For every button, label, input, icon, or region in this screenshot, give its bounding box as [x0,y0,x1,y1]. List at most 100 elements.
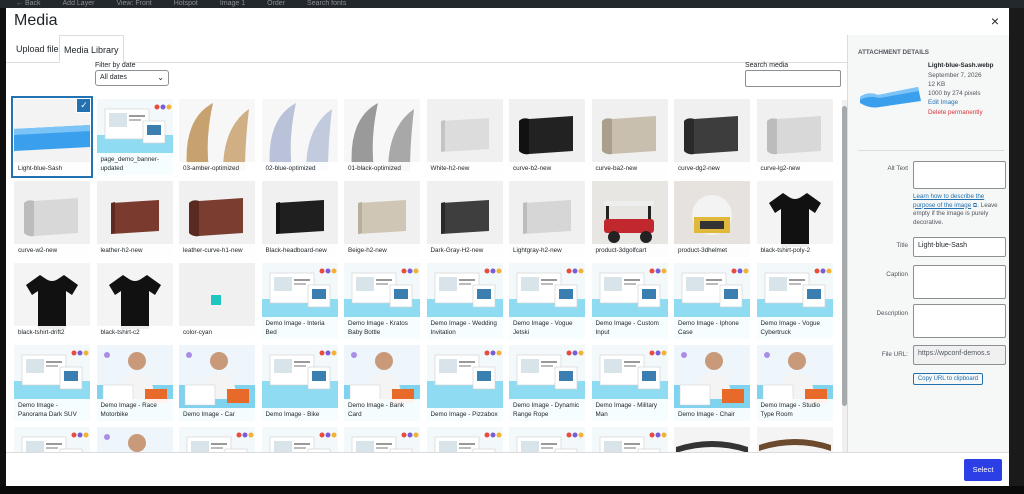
media-item[interactable]: Demo Image - Pizzabox [426,345,503,421]
media-item-caption: Demo Image - Kratos Baby Bottle [344,317,420,339]
description-field[interactable] [913,304,1006,338]
media-thumbnail [344,427,420,452]
media-item[interactable]: Demo Image - Vogue Cybertruck [756,263,833,339]
media-item[interactable]: Dark-Gray-H2-new [426,181,503,257]
media-item[interactable]: Light-blue-Sash ✓ [14,99,90,175]
media-item[interactable]: leather-h2-new [96,181,173,257]
media-item-caption: Demo Image - Chair [674,408,750,421]
media-item[interactable] [509,427,585,452]
media-item[interactable]: curve-ba2-new [591,99,668,175]
background-bar-item: ← Back [16,0,41,7]
media-item[interactable]: curve-dg2-new [674,99,750,175]
media-item[interactable]: curve-w2-new [14,181,90,257]
media-item-caption: black-tshirt-drift2 [14,326,90,339]
description-label: Description [876,310,909,317]
media-item[interactable]: 02-blue-optimized [261,99,338,175]
media-item[interactable]: Demo Image - Panorama Dark SUV [14,345,90,421]
media-item[interactable]: curve-lg2-new [756,99,833,175]
modal-footer: Select [6,452,1009,486]
media-item[interactable]: product-3dhelmet [674,181,750,257]
media-item[interactable] [426,427,503,452]
media-item[interactable]: page_demo_banner-updated [96,99,173,175]
media-item[interactable]: White-h2-new [426,99,503,175]
media-item-caption: product-3dhelmet [674,244,750,257]
media-thumbnail [14,427,90,452]
alt-text-help: Learn how to describe the purpose of the… [913,193,998,226]
media-item[interactable]: Demo Image - Wedding Invitation [426,263,503,339]
media-item-caption: 03-amber-optimized [179,162,255,175]
media-item[interactable]: Demo Image - Race Motorbike [96,345,173,421]
media-item[interactable]: Demo Image - Studio Type Room [756,345,833,421]
filter-date-value: All dates [100,74,127,81]
title-field[interactable]: Light-blue-Sash [913,237,1006,257]
attachment-details-heading: ATTACHMENT DETAILS [858,49,930,56]
media-item[interactable]: product-3dgolfcart [591,181,668,257]
media-item[interactable]: 03-amber-optimized [179,99,255,175]
close-button[interactable]: × [986,12,1004,30]
background-bar-item: Search fonts [307,0,347,7]
copy-url-button[interactable]: Copy URL to clipboard [913,373,983,385]
edit-image-link[interactable]: Edit Image [928,99,958,106]
media-item-caption: page_demo_banner-updated [96,153,173,175]
media-item[interactable]: Lightgray-h2-new [509,181,585,257]
media-item-caption: curve-lg2-new [756,162,833,175]
media-item[interactable]: 01-black-optimized [344,99,420,175]
media-item[interactable] [96,427,173,452]
filter-date-select[interactable]: All dates ⌄ [95,70,169,86]
search-media-input[interactable] [745,70,841,87]
media-item[interactable]: color-cyan [179,263,255,339]
media-item[interactable]: Demo Image - Bike [261,345,338,421]
media-item[interactable]: black-tshirt-c2 [96,263,173,339]
file-url-value: https://wpconf-demos.s [918,350,990,357]
attachment-thumbnail [860,87,921,108]
media-item[interactable] [344,427,420,452]
media-item[interactable]: Demo Image - Car [179,345,255,421]
media-item[interactable]: Demo Image - Custom Input [591,263,668,339]
media-item[interactable]: Demo Image - Chair [674,345,750,421]
media-item[interactable]: Demo Image - Interia Bed [261,263,338,339]
media-item[interactable] [756,427,833,452]
tab-media-library[interactable]: Media Library [59,35,124,63]
media-item[interactable] [14,427,90,452]
media-item[interactable]: leather-curve-h1-new [179,181,255,257]
background-bar-item: Order [267,0,286,7]
media-item[interactable]: Demo Image - Military Man [591,345,668,421]
media-item[interactable]: Demo Image - Dynamic Range Rope [509,345,585,421]
title-field-value: Light-blue-Sash [918,242,968,249]
media-item[interactable]: Demo Image - Bank Card [344,345,420,421]
media-item-caption: 01-black-optimized [344,162,420,175]
media-item[interactable]: Demo Image - Kratos Baby Bottle [344,263,420,339]
media-item-caption: Demo Image - Panorama Dark SUV [14,399,90,421]
media-item-caption: 02-blue-optimized [261,162,338,175]
selected-check-icon[interactable]: ✓ [77,99,90,112]
search-media-label: Search media [745,62,789,69]
media-item[interactable]: Black-headboard-new [261,181,338,257]
background-bar-item: Hotspot [173,0,198,7]
media-item-caption: Demo Image - Studio Type Room [756,399,833,421]
media-item-caption: Black-headboard-new [261,244,338,257]
media-item[interactable]: curve-b2-new [509,99,585,175]
caption-field[interactable] [913,265,1006,299]
alt-text-label: Alt Text [887,165,908,172]
media-item[interactable] [674,427,750,452]
media-item[interactable]: black-tshirt-poly-2 [756,181,833,257]
select-button[interactable]: Select [964,459,1002,481]
delete-permanently-link[interactable]: Delete permanently [928,109,983,116]
media-grid: Light-blue-Sash ✓ page_demo_banner-updated… [11,96,839,452]
media-thumbnail [261,427,338,452]
file-url-field[interactable]: https://wpconf-demos.s [913,345,1006,365]
media-item[interactable]: Demo Image - Iphone Case [674,263,750,339]
media-item[interactable] [179,427,255,452]
media-item-caption: Demo Image - Race Motorbike [96,399,173,421]
media-item-caption: Demo Image - Bank Card [344,399,420,421]
media-item[interactable] [591,427,668,452]
media-item[interactable]: Demo Image - Vogue Jetski [509,263,585,339]
media-item[interactable]: black-tshirt-drift2 [14,263,90,339]
media-item-caption: black-tshirt-poly-2 [756,244,833,257]
media-item[interactable] [261,427,338,452]
media-item-caption: Demo Image - Dynamic Range Rope [509,399,585,421]
background-bar-item: Image 1 [219,0,246,7]
alt-text-field[interactable] [913,161,1006,189]
media-item-caption: Demo Image - Vogue Jetski [509,317,585,339]
media-item[interactable]: Beige-h2-new [344,181,420,257]
